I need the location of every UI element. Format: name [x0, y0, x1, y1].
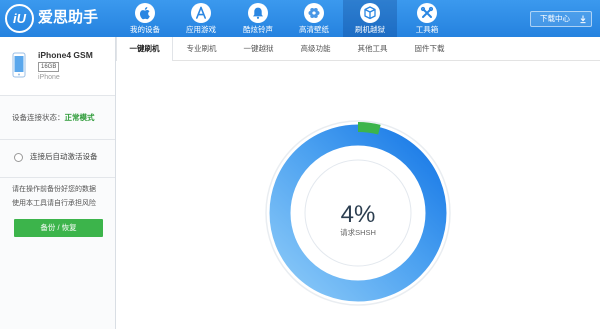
device-capacity-badge: 16GB [38, 62, 60, 72]
nav-label-apps-games: 应用游戏 [186, 25, 216, 34]
device-type: iPhone [38, 74, 60, 81]
connection-status-section: 设备连接状态：正常模式 [0, 96, 115, 140]
app-logo: iU [5, 4, 34, 33]
nav-label-wallpapers: 高清壁纸 [299, 25, 329, 34]
auto-activate-label: 连接后自动激活设备 [30, 152, 98, 161]
tab-other-tools[interactable]: 其他工具 [344, 37, 401, 61]
flash-tabs: 一键刷机 专业刷机 一键越狱 高级功能 其他工具 固件下载 [116, 37, 600, 61]
flash-jailbreak-icon [360, 3, 380, 23]
tab-one-click-flash[interactable]: 一键刷机 [116, 37, 173, 61]
warning-line-2: 使用本工具请自行承担风险 [12, 200, 96, 207]
nav-wallpapers[interactable]: 高清壁纸 [287, 0, 341, 37]
connection-status: 设备连接状态：正常模式 [12, 113, 95, 123]
nav-label-my-device: 我的设备 [130, 25, 160, 34]
flash-progress-ring: 4% 请求SHSH [265, 120, 451, 306]
connection-status-value: 正常模式 [64, 113, 95, 122]
device-model: iPhone4 GSM [38, 50, 93, 60]
device-card: iPhone4 GSM 16GB iPhone [0, 37, 115, 96]
download-center-button[interactable]: 下载中心 [530, 11, 592, 27]
tab-label-advanced: 高级功能 [300, 44, 331, 53]
warning-section: 请在操作前备份好您的数据 使用本工具请自行承担风险 备份 / 恢复 [0, 178, 115, 258]
apple-icon [135, 3, 155, 23]
tab-advanced[interactable]: 高级功能 [287, 37, 344, 61]
bell-icon [248, 3, 268, 23]
auto-activate-option[interactable]: 连接后自动激活设备 [0, 140, 115, 178]
nav-apps-games[interactable]: 应用游戏 [174, 0, 228, 37]
tab-one-click-jailbreak[interactable]: 一键越狱 [230, 37, 287, 61]
nav-my-device[interactable]: 我的设备 [118, 0, 172, 37]
tab-label-one-click-flash: 一键刷机 [129, 44, 160, 53]
toolbox-icon [417, 3, 437, 23]
connection-status-label: 设备连接状态： [12, 113, 65, 122]
tab-label-firmware-download: 固件下载 [414, 44, 445, 53]
nav-flash-jailbreak[interactable]: 刷机越狱 [343, 0, 397, 37]
app-name: 爱思助手 [38, 9, 99, 26]
progress-percent: 4% [341, 201, 376, 228]
tab-pro-flash[interactable]: 专业刷机 [173, 37, 230, 61]
tab-label-pro-flash: 专业刷机 [186, 44, 217, 53]
phone-icon [12, 52, 26, 78]
nav-label-ringtones: 酷炫铃声 [243, 25, 273, 34]
progress-status: 请求SHSH [340, 227, 376, 237]
wallpaper-icon [304, 3, 324, 23]
tab-label-one-click-jailbreak: 一键越狱 [243, 44, 274, 53]
progress-arc [357, 122, 381, 135]
sidebar: iPhone4 GSM 16GB iPhone 设备连接状态：正常模式 连接后自… [0, 37, 116, 329]
tab-label-other-tools: 其他工具 [357, 44, 388, 53]
warning-line-1: 请在操作前备份好您的数据 [12, 186, 96, 193]
top-bar: iU 爱思助手 我的设备 应用游戏 酷炫铃声 高清壁纸 刷机越狱 工具箱 下载中… [0, 0, 600, 37]
tab-firmware-download[interactable]: 固件下载 [401, 37, 458, 61]
backup-restore-button[interactable]: 备份 / 恢复 [14, 219, 103, 237]
app-store-icon [191, 3, 211, 23]
nav-toolbox[interactable]: 工具箱 [400, 0, 454, 37]
auto-activate-radio[interactable] [14, 153, 23, 162]
download-icon [578, 14, 588, 24]
nav-ringtones[interactable]: 酷炫铃声 [231, 0, 285, 37]
nav-label-flash-jailbreak: 刷机越狱 [355, 25, 385, 34]
download-center-label: 下载中心 [540, 14, 570, 23]
nav-label-toolbox: 工具箱 [415, 25, 439, 34]
